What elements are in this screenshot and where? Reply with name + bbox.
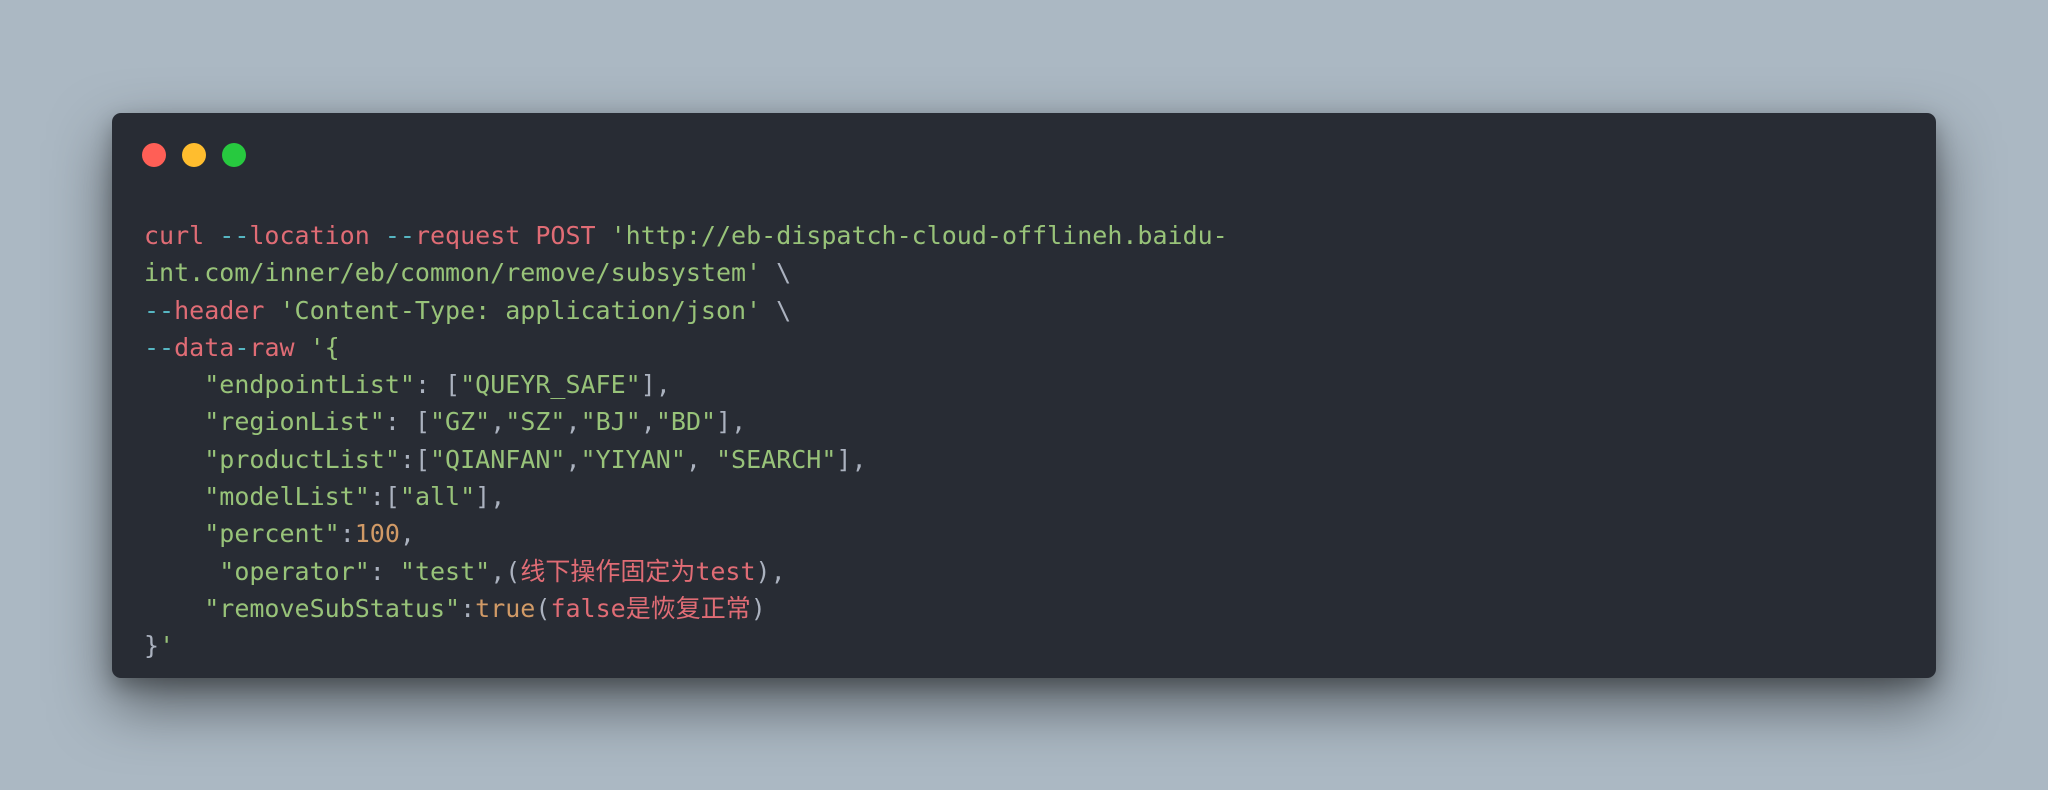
code-line: "modelList":["all"],	[144, 478, 1228, 515]
code-token-str: "GZ"	[430, 407, 491, 437]
code-token-plain: ,	[640, 407, 656, 437]
code-token-op: --	[144, 332, 175, 362]
code-token-str: "test"	[399, 556, 491, 586]
code-token-plain: }	[144, 631, 160, 661]
code-token-plain: ],	[836, 444, 867, 474]
code-window: curl --location --request POST 'http://e…	[112, 113, 1936, 678]
code-token-plain: :	[460, 593, 476, 623]
code-token-kw: request POST	[414, 221, 611, 250]
code-token-plain: \	[776, 295, 792, 325]
code-block: curl --location --request POST 'http://e…	[144, 217, 1228, 665]
code-token-kw: raw	[249, 332, 310, 362]
code-line: "regionList": ["GZ","SZ","BJ","BD"],	[144, 403, 1228, 440]
code-token-plain: :[	[369, 482, 400, 512]
code-token-kw: data	[174, 332, 235, 362]
code-token-str: "removeSubStatus"	[204, 593, 461, 623]
code-line: "productList":["QIANFAN","YIYAN", "SEARC…	[144, 441, 1228, 478]
code-token-str: "BJ"	[580, 407, 641, 437]
code-token-op: --	[219, 221, 250, 250]
code-token-kw: false是恢复正常	[550, 593, 751, 623]
code-token-op: --	[384, 221, 415, 250]
code-token-kw: curl	[144, 221, 220, 250]
code-token-plain: \	[776, 258, 792, 288]
code-token-plain: :	[369, 556, 400, 586]
code-token-str: '	[159, 631, 175, 661]
code-token-plain: ],	[640, 370, 671, 400]
code-token-plain: : [	[384, 407, 430, 437]
code-token-str: "regionList"	[204, 407, 385, 437]
code-token-str: "productList"	[204, 444, 400, 474]
code-token-plain: ,	[565, 407, 581, 437]
code-token-kw: 线下操作固定为test	[520, 556, 756, 586]
code-token-plain: )	[750, 593, 766, 623]
code-token-plain: ],	[475, 482, 506, 512]
code-token-plain: ),	[755, 556, 786, 586]
maximize-button[interactable]	[222, 143, 246, 167]
code-token-plain: : [	[414, 370, 461, 400]
code-line: --header 'Content-Type: application/json…	[144, 292, 1228, 329]
code-token-str: "SZ"	[505, 407, 566, 437]
code-token-str: "QUEYR_SAFE"	[460, 370, 641, 400]
code-token-str: "BD"	[655, 407, 717, 437]
code-token-kw: header	[174, 295, 280, 325]
code-line: --data-raw '{	[144, 329, 1228, 366]
code-token-str: "YIYAN"	[580, 444, 686, 474]
code-line: "operator": "test",(线下操作固定为test),	[144, 553, 1228, 590]
code-token-plain: :	[339, 519, 355, 549]
code-token-op: --	[144, 295, 175, 325]
code-line: }'	[144, 627, 1228, 664]
code-token-str: "SEARCH"	[716, 444, 837, 474]
code-token-str: int.com/inner/eb/common/remove/subsystem…	[144, 258, 777, 288]
code-token-plain: ,	[399, 519, 415, 549]
code-token-str: "QIANFAN"	[430, 444, 566, 474]
code-token-str: 'http://eb-dispatch-cloud-offlineh.baidu…	[610, 221, 1228, 250]
code-token-op: -	[234, 332, 250, 362]
code-token-plain: ,	[685, 444, 716, 474]
code-line: int.com/inner/eb/common/remove/subsystem…	[144, 254, 1228, 291]
close-button[interactable]	[142, 143, 166, 167]
code-token-str: '{	[309, 332, 340, 362]
code-token-plain: :[	[399, 444, 430, 474]
code-token-str: 'Content-Type: application/json'	[279, 295, 777, 325]
code-line: "removeSubStatus":true(false是恢复正常)	[144, 590, 1228, 627]
code-line: "endpointList": ["QUEYR_SAFE"],	[144, 366, 1228, 403]
code-token-str: "all"	[399, 482, 476, 512]
code-token-str: "modelList"	[204, 482, 370, 512]
code-token-plain: ,(	[490, 556, 521, 586]
code-token-str: "operator"	[219, 556, 370, 586]
code-line: "percent":100,	[144, 515, 1228, 552]
code-token-plain: ],	[716, 407, 747, 437]
code-token-plain: ,	[565, 444, 581, 474]
code-token-plain: ,	[490, 407, 506, 437]
code-token-plain: (	[535, 593, 551, 623]
code-token-kw: location	[249, 221, 385, 250]
code-line: curl --location --request POST 'http://e…	[144, 217, 1228, 254]
minimize-button[interactable]	[182, 143, 206, 167]
code-token-str: "endpointList"	[204, 370, 415, 400]
code-token-str: "percent"	[204, 519, 340, 549]
code-token-num: true	[475, 593, 536, 623]
code-token-num: 100	[354, 519, 400, 549]
